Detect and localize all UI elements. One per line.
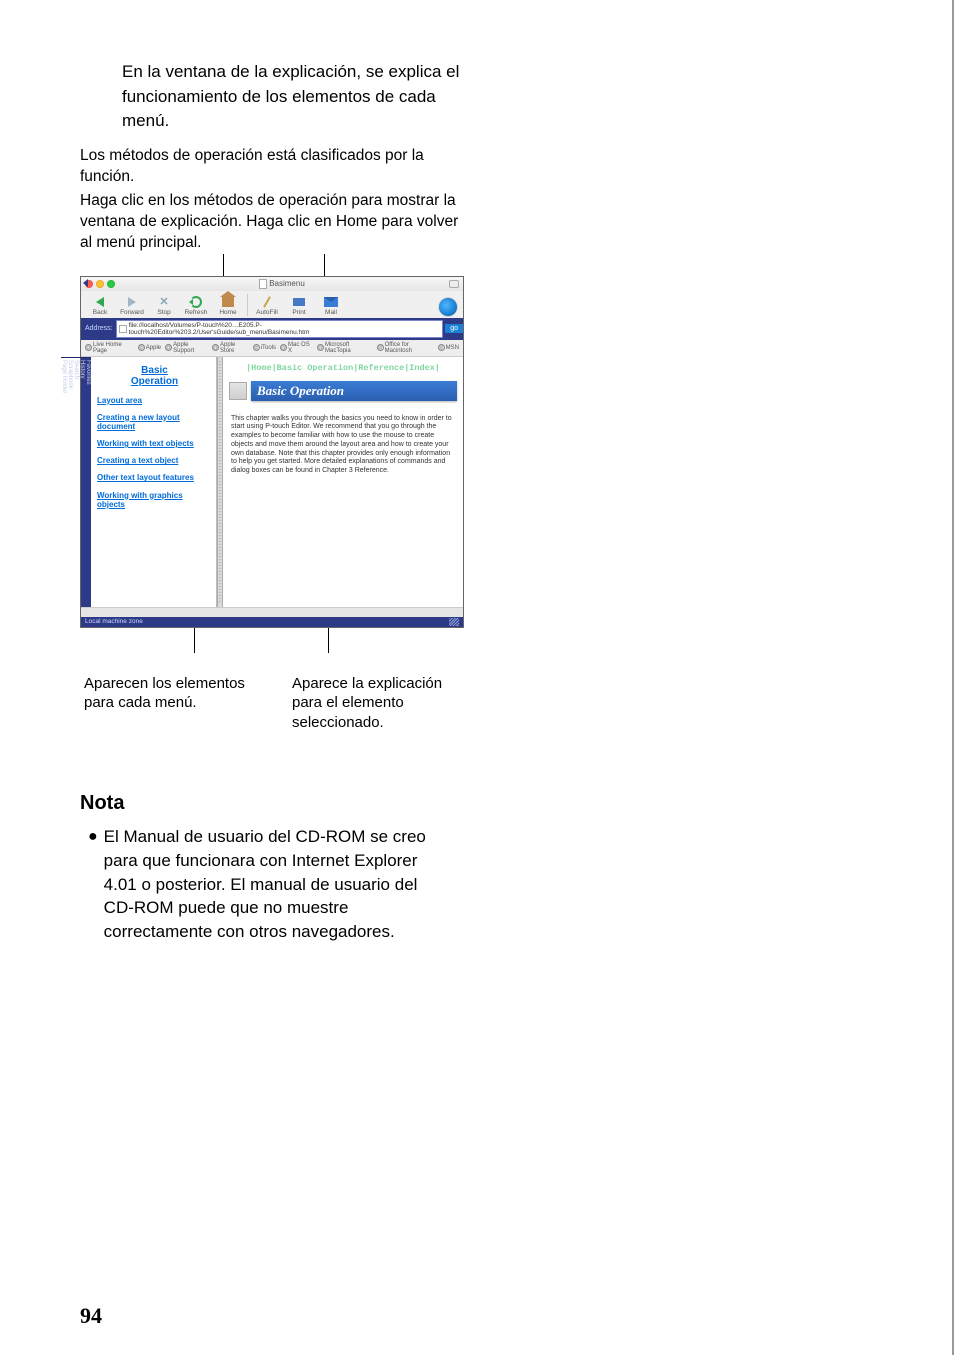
titlebar: Basimenu — [81, 277, 463, 291]
page-column: En la ventana de la explicación, se expl… — [80, 60, 470, 944]
address-input[interactable]: file://localhost/Volumes/P-touch%20…E205… — [116, 320, 444, 338]
at-icon: @ — [212, 344, 219, 351]
mail-icon — [324, 297, 338, 307]
status-text: Local machine zone — [85, 618, 143, 626]
figure-captions: Aparecen los elementos para cada menú. A… — [80, 674, 470, 733]
intro-highlight: En la ventana de la explicación, se expl… — [122, 60, 470, 134]
x-icon: ✕ — [159, 295, 168, 308]
home-icon — [222, 297, 234, 307]
content-paragraph: This chapter walks you through the basic… — [227, 415, 459, 476]
document-icon — [259, 279, 267, 289]
nav-link[interactable]: Other text layout features — [97, 473, 212, 482]
at-icon: @ — [253, 344, 260, 351]
content-area: Favorites History Search Scrapbook Page … — [81, 357, 463, 607]
favorite-link[interactable]: @iTools — [253, 344, 276, 351]
go-button[interactable]: go — [445, 324, 463, 333]
stop-button[interactable]: ✕Stop — [151, 295, 177, 316]
collapse-arrow-icon[interactable] — [83, 279, 88, 287]
note-text: El Manual de usuario del CD-ROM se creo … — [104, 825, 438, 944]
favorite-link[interactable]: @Apple Store — [212, 342, 249, 354]
intro-paragraph-1: Los métodos de operación está clasificad… — [80, 146, 470, 188]
note-section: Nota ● El Manual de usuario del CD-ROM s… — [80, 792, 470, 944]
favorite-link[interactable]: @Microsoft MacTopia — [317, 342, 373, 354]
at-icon: @ — [165, 344, 172, 351]
pen-icon — [263, 296, 271, 307]
right-content-pane: |Home|Basic Operation|Reference|Index| B… — [223, 357, 463, 607]
side-tab[interactable]: History — [79, 357, 85, 607]
at-icon: @ — [85, 344, 92, 351]
mail-button[interactable]: Mail — [318, 295, 344, 316]
address-label: Address: — [85, 325, 113, 332]
at-icon: @ — [138, 344, 145, 351]
autofill-button[interactable]: AutoFill — [254, 295, 280, 316]
toggle-toolbar-icon[interactable] — [449, 280, 459, 288]
side-tab[interactable]: Search — [73, 357, 79, 607]
at-icon: @ — [438, 344, 445, 351]
favorite-link[interactable]: @Live Home Page — [85, 342, 134, 354]
home-button[interactable]: Home — [215, 295, 241, 316]
favorite-link[interactable]: @Apple — [138, 344, 161, 351]
side-tab[interactable]: Scrapbook — [67, 357, 73, 607]
intro-paragraph-2: Haga clic en los métodos de operación pa… — [80, 191, 470, 254]
note-body: ● El Manual de usuario del CD-ROM se cre… — [88, 825, 438, 944]
printer-icon — [293, 298, 305, 306]
side-tab[interactable]: Page Holder — [61, 357, 67, 607]
left-navigation-pane: BasicOperation Layout area Creating a ne… — [91, 357, 217, 607]
forward-button[interactable]: Forward — [119, 295, 145, 316]
scrollbar-horizontal[interactable] — [81, 607, 463, 617]
window-title: Basimenu — [118, 279, 446, 289]
favorite-link[interactable]: @Apple Support — [165, 342, 208, 354]
status-bar: Local machine zone — [81, 617, 463, 627]
pane-divider[interactable] — [217, 357, 223, 607]
nav-link[interactable]: Creating a text object — [97, 456, 212, 465]
zoom-icon[interactable] — [107, 280, 115, 288]
page-icon — [119, 325, 127, 333]
arrow-right-icon — [128, 297, 136, 307]
ie-logo-icon — [439, 298, 457, 316]
toolbar: Back Forward ✕Stop Refresh Home AutoFill… — [81, 291, 463, 318]
caption-right: Aparece la explicación para el elemento … — [292, 674, 470, 733]
caption-left: Aparecen los elementos para cada menú. — [84, 674, 262, 733]
separator — [247, 294, 248, 316]
hero-icon — [229, 382, 247, 400]
hero-title: Basic Operation — [251, 381, 457, 401]
favorite-link[interactable]: @Office for Macintosh — [377, 342, 434, 354]
nav-link[interactable]: Working with text objects — [97, 439, 212, 448]
print-button[interactable]: Print — [286, 295, 312, 316]
favorite-link[interactable]: @MSN — [438, 344, 459, 351]
at-icon: @ — [377, 344, 384, 351]
browser-window: Basimenu Back Forward ✕Stop Refresh Home… — [80, 276, 464, 628]
bullet-icon: ● — [88, 825, 98, 944]
address-bar: Address: file://localhost/Volumes/P-touc… — [81, 318, 463, 340]
favorites-bar: @Live Home Page @Apple @Apple Support @A… — [81, 340, 463, 357]
top-nav-links[interactable]: |Home|Basic Operation|Reference|Index| — [227, 363, 459, 373]
refresh-button[interactable]: Refresh — [183, 295, 209, 316]
back-button[interactable]: Back — [87, 295, 113, 316]
hero-banner: Basic Operation — [229, 381, 457, 401]
page-number: 94 — [80, 1303, 102, 1329]
note-heading: Nota — [80, 792, 470, 815]
nav-title[interactable]: BasicOperation — [97, 365, 212, 388]
minimize-icon[interactable] — [96, 280, 104, 288]
resize-grip-icon[interactable] — [449, 618, 459, 626]
at-icon: @ — [280, 344, 287, 351]
refresh-icon — [190, 296, 202, 308]
side-tab-column: Favorites History Search Scrapbook Page … — [81, 357, 91, 607]
nav-link[interactable]: Creating a new layout document — [97, 413, 212, 431]
nav-link[interactable]: Working with graphics objects — [97, 491, 212, 509]
arrow-left-icon — [96, 297, 104, 307]
nav-link[interactable]: Layout area — [97, 396, 212, 405]
figure-wrapper: Basimenu Back Forward ✕Stop Refresh Home… — [80, 276, 470, 733]
at-icon: @ — [317, 344, 324, 351]
favorite-link[interactable]: @Mac OS X — [280, 342, 313, 354]
